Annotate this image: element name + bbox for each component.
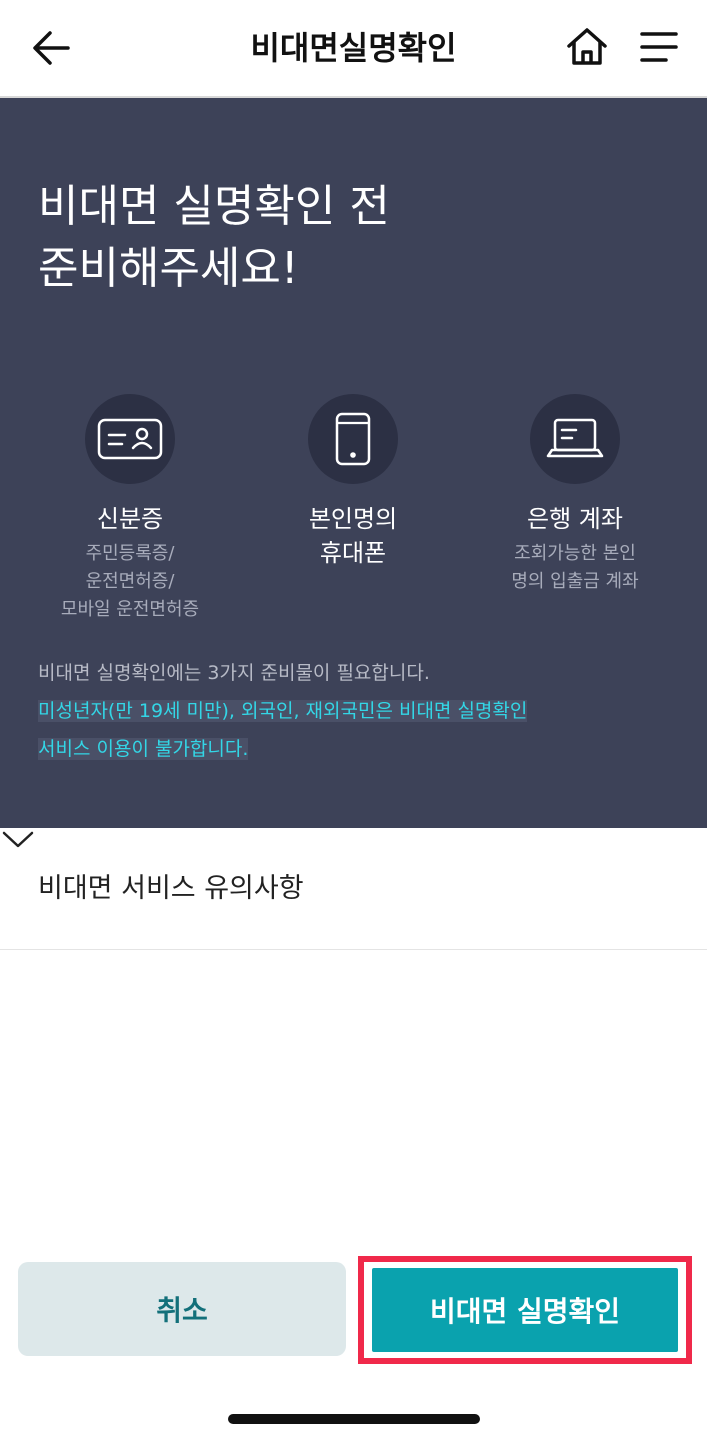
hero-headline-line1: 비대면 실명확인 전 [38, 181, 390, 232]
requirement-icon-circle [85, 394, 175, 484]
hero-headline: 비대면 실명확인 전 준비해주세요! [38, 176, 678, 300]
menu-button[interactable] [636, 24, 682, 70]
confirm-button-highlight: 비대면 실명확인 [358, 1256, 692, 1364]
requirement-desc: 조회가능한 본인 명의 입출금 계좌 [511, 543, 639, 592]
notice-highlight-line1: 미성년자(만 19세 미만), 외국인, 재외국민은 비대면 실명확인 [38, 700, 528, 722]
chevron-down-icon [2, 831, 34, 848]
service-notice-accordion[interactable]: 비대면 서비스 유의사항 [0, 828, 707, 950]
requirement-id-card: 신분증 주민등록증/ 운전면허증/ 모바일 운전면허증 [20, 394, 240, 624]
requirement-desc: 주민등록증/ 운전면허증/ 모바일 운전면허증 [60, 543, 200, 620]
notice-text: 비대면 실명확인에는 3가지 준비물이 필요합니다. [38, 662, 430, 684]
requirement-name: 은행 계좌 [527, 505, 623, 533]
id-card-icon [97, 418, 163, 460]
eligibility-notice: 비대면 실명확인에는 3가지 준비물이 필요합니다. 미성년자(만 19세 미만… [38, 654, 658, 768]
requirement-name: 본인명의 휴대폰 [308, 505, 398, 567]
hero-headline-line2: 준비해주세요! [38, 243, 299, 294]
home-icon [567, 28, 607, 65]
home-indicator[interactable] [228, 1414, 480, 1424]
requirement-phone: 본인명의 휴대폰 [243, 394, 463, 570]
laptop-icon [546, 418, 604, 458]
accordion-toggle[interactable] [0, 828, 36, 854]
cancel-button[interactable]: 취소 [18, 1262, 346, 1356]
requirement-bank-account: 은행 계좌 조회가능한 본인 명의 입출금 계좌 [465, 394, 685, 596]
hamburger-menu-icon [640, 32, 678, 62]
home-button[interactable] [562, 22, 612, 72]
app-header: 비대면실명확인 [0, 0, 707, 98]
preparation-hero: 비대면 실명확인 전 준비해주세요! 신분증 주민등록증/ 운전면허증/ 모바일… [0, 98, 707, 828]
smartphone-icon [335, 412, 371, 466]
accordion-label: 비대면 서비스 유의사항 [38, 873, 304, 904]
requirement-name: 신분증 [96, 505, 164, 533]
notice-highlight-line2: 서비스 이용이 불가합니다. [38, 738, 249, 760]
non-face-to-face-verify-button[interactable]: 비대면 실명확인 [372, 1268, 678, 1352]
requirement-icon-circle [530, 394, 620, 484]
requirement-icon-circle [308, 394, 398, 484]
